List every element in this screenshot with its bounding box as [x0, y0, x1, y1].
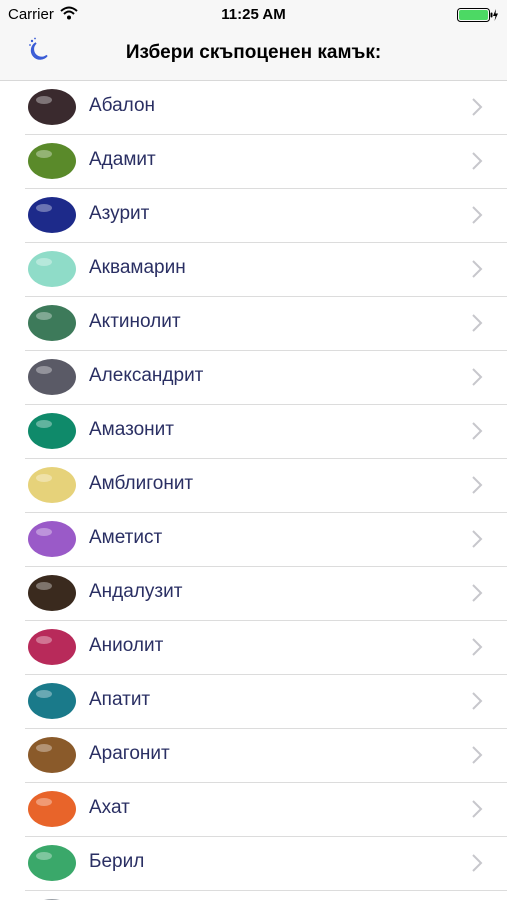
gem-name: Арагонит	[89, 743, 170, 764]
list-item[interactable]: Александрит	[25, 351, 507, 405]
list-item[interactable]: Адамит	[25, 135, 507, 189]
list-item[interactable]: Аметист	[25, 513, 507, 567]
list-item[interactable]: Аквамарин	[25, 243, 507, 297]
chevron-right-icon	[472, 152, 483, 170]
gem-thumbnail	[28, 467, 76, 503]
gem-thumbnail	[28, 251, 76, 287]
gem-name: Азурит	[89, 203, 150, 224]
chevron-right-icon	[472, 98, 483, 116]
gem-name: Аниолит	[89, 635, 164, 656]
gem-thumbnail	[28, 683, 76, 719]
chevron-right-icon	[472, 206, 483, 224]
battery-icon	[457, 8, 498, 22]
status-bar: Carrier 11:25 AM	[0, 0, 507, 28]
gem-thumbnail	[28, 89, 76, 125]
list-item[interactable]: Амазонит	[25, 405, 507, 459]
list-item[interactable]: Аниолит	[25, 621, 507, 675]
chevron-right-icon	[472, 476, 483, 494]
page-title: Избери скъпоценен камък:	[125, 42, 382, 63]
list-item[interactable]: Амблигонит	[25, 459, 507, 513]
list-item[interactable]: Ахат	[25, 783, 507, 837]
gem-name: Аквамарин	[89, 257, 186, 278]
gem-list[interactable]: Абалон Адамит Азурит Аквамарин Актинолит Алек…	[0, 81, 507, 900]
gem-thumbnail	[28, 845, 76, 881]
gem-name: Берил	[89, 851, 145, 872]
gem-thumbnail	[28, 575, 76, 611]
gem-name: Амазонит	[89, 419, 174, 440]
gem-thumbnail	[44, 899, 60, 900]
gem-thumbnail	[28, 629, 76, 665]
gem-name: Абалон	[89, 95, 156, 116]
list-item[interactable]: Андалузит	[25, 567, 507, 621]
gem-thumbnail	[28, 359, 76, 395]
chevron-right-icon	[472, 368, 483, 386]
gem-name: Амблигонит	[89, 473, 194, 494]
chevron-right-icon	[472, 638, 483, 656]
navigation-bar: Избери скъпоценен камък:	[0, 28, 507, 81]
gem-name: Апатит	[89, 689, 151, 710]
list-item[interactable]	[25, 891, 507, 900]
gem-thumbnail	[28, 143, 76, 179]
gem-name: Ахат	[89, 797, 130, 818]
list-item[interactable]: Апатит	[25, 675, 507, 729]
list-item[interactable]: Азурит	[25, 189, 507, 243]
chevron-right-icon	[472, 422, 483, 440]
gem-thumbnail	[28, 305, 76, 341]
chevron-right-icon	[472, 314, 483, 332]
chevron-right-icon	[472, 800, 483, 818]
chevron-right-icon	[472, 692, 483, 710]
chevron-right-icon	[472, 746, 483, 764]
gem-thumbnail	[28, 197, 76, 233]
list-item[interactable]: Актинолит	[25, 297, 507, 351]
gem-thumbnail	[28, 737, 76, 773]
chevron-right-icon	[472, 260, 483, 278]
gem-name: Адамит	[89, 149, 156, 170]
chevron-right-icon	[472, 854, 483, 872]
list-item[interactable]: Абалон	[25, 81, 507, 135]
status-time: 11:25 AM	[221, 6, 286, 23]
chevron-right-icon	[472, 530, 483, 548]
gem-name: Аметист	[89, 527, 163, 548]
gem-thumbnail	[28, 413, 76, 449]
gem-thumbnail	[28, 521, 76, 557]
gem-name: Александрит	[89, 365, 204, 386]
chevron-right-icon	[472, 584, 483, 602]
list-item[interactable]: Берил	[25, 837, 507, 891]
gem-name: Актинолит	[89, 311, 181, 332]
list-item[interactable]: Арагонит	[25, 729, 507, 783]
gem-thumbnail	[28, 791, 76, 827]
gem-name: Андалузит	[89, 581, 183, 602]
